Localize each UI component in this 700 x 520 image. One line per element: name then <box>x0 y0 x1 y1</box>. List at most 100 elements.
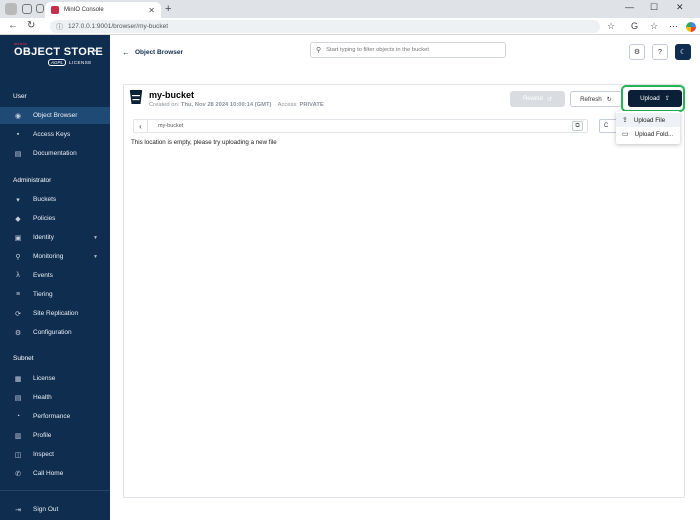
dark-mode-button[interactable]: ☾ <box>675 44 691 60</box>
shield-icon: ◆ <box>15 215 21 223</box>
sidebar-item-health[interactable]: ▤ Health <box>0 389 110 406</box>
health-icon: ▤ <box>14 394 22 402</box>
path-text: my-bucket <box>158 123 184 129</box>
sidebar-item-events[interactable]: λ Events <box>0 267 110 284</box>
sidebar-item-label: Buckets <box>33 196 57 203</box>
sidebar-item-site-replication[interactable]: ⟳ Site Replication <box>0 305 110 322</box>
replication-icon: ⟳ <box>15 310 21 318</box>
sidebar-item-documentation[interactable]: ▤ Documentation <box>0 145 110 162</box>
browser-tab[interactable]: MinIO Console ✕ <box>45 2 161 18</box>
upload-file-icon: ⇪ <box>622 117 628 124</box>
workspaces-icon[interactable] <box>22 4 32 14</box>
sidebar-item-label: Configuration <box>33 329 72 336</box>
reload-icon[interactable]: ↻ <box>27 20 35 31</box>
favorite-star-icon[interactable]: ☆ <box>607 21 615 32</box>
sidebar-item-access-keys[interactable]: ▪ Access Keys <box>0 126 110 143</box>
sidebar-item-performance[interactable]: ◔ Performance <box>0 408 110 425</box>
sidebar-divider <box>0 490 110 491</box>
chevron-down-icon: ▼ <box>93 253 98 260</box>
upload-folder-icon: ▭ <box>622 131 629 138</box>
sidebar-item-label: Site Replication <box>33 310 79 317</box>
rewind-label: Rewind <box>522 96 543 102</box>
path-back-button[interactable]: ‹ <box>134 120 148 132</box>
sidebar-item-profile[interactable]: ▥ Profile <box>0 427 110 444</box>
chevron-down-icon: ▼ <box>93 234 98 241</box>
created-value: Thu, Nov 28 2024 10:00:14 (GMT) <box>180 102 272 108</box>
sidebar-item-label: Inspect <box>33 451 54 458</box>
refresh-label: Refresh <box>580 95 602 103</box>
copy-icon: ⧉ <box>575 122 580 129</box>
favorites-icon[interactable]: ☆ <box>650 21 658 32</box>
logo-edition: AGPL <box>48 59 67 66</box>
account-icon[interactable] <box>686 22 696 32</box>
sidebar-item-inspect[interactable]: ◫ Inspect <box>0 446 110 463</box>
tab-actions-icon[interactable] <box>36 4 44 13</box>
bucket-icon: ▾ <box>16 196 20 204</box>
sidebar-item-configuration[interactable]: ⚙ Configuration <box>0 324 110 341</box>
object-browser-icon: ◉ <box>14 112 22 120</box>
rewind-icon: ↺ <box>546 96 553 103</box>
close-tab-icon[interactable]: ✕ <box>148 6 155 15</box>
create-label: C <box>604 123 609 129</box>
upload-button[interactable]: Upload ⇪ <box>628 90 682 107</box>
license-icon: ▦ <box>14 375 22 383</box>
upload-label: Upload <box>640 95 660 102</box>
search-input[interactable]: ⚲ Start typing to filter objects in the … <box>310 42 506 58</box>
close-window-icon[interactable]: ✕ <box>676 2 684 13</box>
sidebar-item-sign-out[interactable]: ⇥ Sign Out <box>0 501 110 518</box>
rewind-button[interactable]: Rewind ↺ <box>510 91 565 107</box>
arrow-left-icon: ← <box>122 48 130 57</box>
empty-message: This location is empty, please try uploa… <box>131 139 277 146</box>
sidebar-item-label: Access Keys <box>33 131 71 138</box>
bucket-panel: my-bucket Created on: Thu, Nov 28 2024 1… <box>123 84 685 498</box>
phone-icon: ✆ <box>15 470 21 478</box>
created-label: Created on: <box>149 102 180 108</box>
refresh-button[interactable]: Refresh ↻ <box>570 91 622 107</box>
bucket-icon <box>130 90 142 104</box>
site-info-icon[interactable]: ⓘ <box>56 22 63 32</box>
sidebar-item-object-browser[interactable]: ◉ Object Browser <box>0 107 110 124</box>
help-icon: ? <box>658 48 662 56</box>
path-bar: ‹ my-bucket ⧉ <box>133 119 588 133</box>
help-button[interactable]: ? <box>652 44 668 60</box>
sidebar-item-label: Sign Out <box>33 506 59 513</box>
upload-icon: ⇪ <box>664 95 670 102</box>
back-icon[interactable]: ← <box>8 20 18 31</box>
sidebar-item-label: Documentation <box>33 150 77 157</box>
sidebar-item-label: Profile <box>33 432 52 439</box>
sidebar-item-identity[interactable]: ▣ Identity ▼ <box>0 229 110 246</box>
sidebar-item-call-home[interactable]: ✆ Call Home <box>0 465 110 482</box>
sidebar-item-policies[interactable]: ◆ Policies <box>0 210 110 227</box>
chevron-left-icon: ‹ <box>139 121 142 131</box>
sidebar-item-buckets[interactable]: ▾ Buckets <box>0 191 110 208</box>
upload-file-option[interactable]: ⇪ Upload File <box>616 113 680 127</box>
refresh-icon: ↻ <box>606 95 612 103</box>
copy-path-button[interactable]: ⧉ <box>572 121 583 131</box>
search-placeholder: Start typing to filter objects in the bu… <box>326 47 429 53</box>
sidebar-item-license[interactable]: ▦ License <box>0 370 110 387</box>
sidebar-item-label: Health <box>33 394 52 401</box>
maximize-icon[interactable]: ☐ <box>650 2 658 13</box>
upload-folder-label: Upload Fold... <box>634 130 674 138</box>
magnifier-icon: ⚲ <box>15 253 21 261</box>
sidebar-item-monitoring[interactable]: ⚲ Monitoring ▼ <box>0 248 110 265</box>
browser-profile-icon[interactable] <box>5 3 17 15</box>
sign-out-icon: ⇥ <box>15 506 21 514</box>
upload-folder-option[interactable]: ▭ Upload Fold... <box>616 127 680 141</box>
minimize-icon[interactable]: — <box>625 2 634 12</box>
settings-button[interactable]: ⚙ <box>629 44 645 60</box>
collapse-sidebar-icon[interactable]: ⇤ <box>94 47 100 55</box>
search-icon: ⚲ <box>316 47 322 54</box>
sidebar-item-label: Policies <box>33 215 56 222</box>
sidebar-item-tiering[interactable]: ≡ Tiering <box>0 286 110 303</box>
more-options-icon[interactable]: ⋯ <box>669 21 678 32</box>
lambda-icon: λ <box>16 272 20 279</box>
new-tab-button[interactable]: + <box>165 3 171 15</box>
browser-toolbar: ← ↻ ⓘ 127.0.0.1:9001/browser/my-bucket ☆… <box>0 18 700 35</box>
sidebar-item-label: Identity <box>33 234 54 241</box>
bucket-name: my-bucket <box>149 90 195 100</box>
copilot-icon[interactable]: G <box>631 21 638 31</box>
address-bar[interactable]: ⓘ 127.0.0.1:9001/browser/my-bucket <box>50 20 600 33</box>
back-to-object-browser[interactable]: ← Object Browser <box>122 48 183 57</box>
moon-icon: ☾ <box>679 49 687 56</box>
